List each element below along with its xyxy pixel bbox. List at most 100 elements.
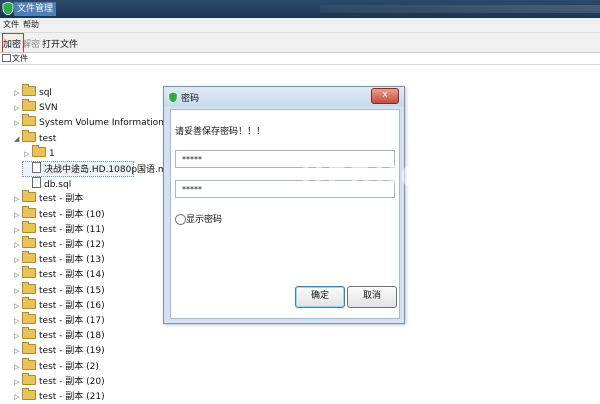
tree-folder-item[interactable]: ▷ System Volume Information <box>14 114 164 130</box>
tree-folder-item[interactable]: ▷ test - 副本 (18) <box>14 327 105 343</box>
tree-item-label: test - 副本 (14) <box>39 270 105 281</box>
expand-arrow-icon[interactable]: ▷ <box>14 329 22 343</box>
expand-arrow-icon[interactable]: ▷ <box>14 284 22 298</box>
tree-folder-item[interactable]: ▷ test - 副本 (17) <box>14 312 105 328</box>
tree-item-label: test - 副本 (18) <box>39 331 105 342</box>
expand-arrow-icon[interactable]: ▷ <box>24 147 32 161</box>
expand-arrow-icon[interactable]: ▷ <box>14 116 22 130</box>
tree-folder-item[interactable]: ▷ test - 副本 (10) <box>14 205 105 222</box>
tree-folder-item[interactable]: ▷ sql <box>14 84 52 100</box>
expand-arrow-icon[interactable]: ▷ <box>14 208 22 222</box>
decrypt-button[interactable]: 解密 <box>22 37 40 50</box>
expand-arrow-icon[interactable]: ▷ <box>14 314 22 328</box>
tree-folder-item[interactable]: ▷ SVN <box>14 99 58 115</box>
tree-folder-item[interactable]: ▷ test - 副本 (15) <box>14 281 105 298</box>
ok-button[interactable]: 确定 <box>295 286 345 308</box>
tree-item-label: sql <box>39 88 52 98</box>
tree-folder-item[interactable]: ▷ test - 副本 (20) <box>14 372 105 389</box>
tree-folder-item[interactable]: ▷ test - 副本 (16) <box>14 296 105 313</box>
folder-icon <box>22 129 36 142</box>
tree-item-label: System Volume Information <box>39 118 164 129</box>
tree-folder-item[interactable]: ▷ test - 副本 (13) <box>14 251 105 267</box>
expand-arrow-icon[interactable]: ▷ <box>14 86 22 100</box>
app-shield-icon <box>2 2 14 15</box>
tree-item-label: test - 副本 (2) <box>39 361 99 372</box>
folder-icon <box>22 205 36 218</box>
folder-icon <box>22 114 36 127</box>
tab-window-icon <box>2 54 11 62</box>
expand-arrow-icon[interactable]: ▷ <box>14 360 22 374</box>
tree-item-label: test - 副本 (15) <box>39 285 105 296</box>
tree-folder-item[interactable]: ▷ test - 副本 (2) <box>14 357 99 374</box>
tree-item-label: db.sql <box>44 180 72 191</box>
tree-item-label: 决战中途岛.HD.1080p国语.mkv <box>44 165 178 175</box>
expand-arrow-icon[interactable]: ▷ <box>14 238 22 252</box>
expand-arrow-icon[interactable]: ▷ <box>14 101 22 115</box>
password-dialog: 密码 x 请妥善保存密码！！！ ***** ***** 显示密码 确定 取消 <box>163 86 405 324</box>
expand-arrow-icon[interactable]: ▷ <box>14 390 22 404</box>
cancel-button[interactable]: 取消 <box>347 286 397 308</box>
tree-folder-item[interactable]: ▷ test - 副本 (11) <box>14 220 105 237</box>
tree-folder-item[interactable]: ▷ test - 副本 (19) <box>14 342 105 358</box>
toolbar: 加密 解密 打开文件 <box>0 32 600 53</box>
tab-label: 文件 <box>12 54 28 63</box>
tree-folder-item[interactable]: ▷ test - 副本 (21) <box>14 388 105 404</box>
watermark: UEBUG <box>300 160 427 195</box>
dialog-close-button[interactable]: x <box>371 88 399 104</box>
menu-bar: 文件 帮助 <box>0 18 600 32</box>
file-icon <box>32 177 41 189</box>
tree-folder-item[interactable]: ◢ test <box>14 129 57 146</box>
tree-item-label: test - 副本 (11) <box>39 224 105 235</box>
expand-arrow-icon[interactable]: ▷ <box>14 344 22 358</box>
dialog-body: 请妥善保存密码！！！ ***** ***** 显示密码 确定 取消 <box>170 109 400 319</box>
folder-icon <box>22 281 36 294</box>
folder-icon <box>22 342 36 355</box>
show-password-label[interactable]: 显示密码 <box>186 212 222 225</box>
expand-arrow-icon[interactable]: ▷ <box>14 192 22 206</box>
folder-icon <box>22 99 36 112</box>
folder-icon <box>22 357 36 370</box>
open-file-button[interactable]: 打开文件 <box>42 37 78 50</box>
folder-icon <box>32 144 46 157</box>
window-title-bar: 文件管理 <box>0 0 600 18</box>
tree-item-label: test - 副本 (21) <box>39 392 105 402</box>
tree-file-item[interactable]: 决战中途岛.HD.1080p国语.mkv <box>24 162 177 176</box>
window-title: 文件管理 <box>14 2 57 16</box>
expand-arrow-icon[interactable]: ▷ <box>14 268 22 282</box>
folder-icon <box>22 372 36 385</box>
tree-item-label: 1 <box>49 148 55 159</box>
tree-item-label: test <box>39 133 57 144</box>
menu-help[interactable]: 帮助 <box>23 19 39 30</box>
menu-file[interactable]: 文件 <box>3 19 19 30</box>
tree-item-label: test - 副本 (13) <box>39 255 105 266</box>
folder-icon <box>22 327 36 340</box>
file-icon <box>32 162 41 173</box>
folder-icon <box>22 251 36 264</box>
tree-folder-item[interactable]: ▷ test - 副本 (12) <box>14 236 105 252</box>
dialog-shield-icon <box>168 92 178 103</box>
dialog-prompt: 请妥善保存密码！！！ <box>175 127 266 137</box>
show-password-radio[interactable] <box>175 214 186 225</box>
tree-item-label: SVN <box>39 103 58 114</box>
folder-icon <box>22 190 36 203</box>
folder-icon <box>22 296 36 309</box>
folder-icon <box>22 84 36 96</box>
folder-icon <box>22 220 36 233</box>
expanded-arrow-icon[interactable]: ◢ <box>14 132 22 146</box>
expand-arrow-icon[interactable]: ▷ <box>14 223 22 237</box>
folder-icon <box>22 388 36 400</box>
tree-item-label: test - 副本 (16) <box>39 300 105 311</box>
tree-folder-item[interactable]: ▷ test - 副本 <box>14 190 84 206</box>
tree-folder-item[interactable]: ▷ test - 副本 (14) <box>14 266 105 282</box>
tree-item-label: test - 副本 (12) <box>39 240 105 250</box>
tree-item-label: test - 副本 (19) <box>39 346 105 357</box>
tree-item-label: test - 副本 (17) <box>39 316 105 326</box>
tree-folder-item[interactable]: ▷ 1 <box>24 144 55 161</box>
tree-item-label: test - 副本 <box>39 194 84 205</box>
expand-arrow-icon[interactable]: ▷ <box>14 299 22 313</box>
tree-file-item[interactable]: db.sql <box>24 177 71 191</box>
folder-icon <box>22 236 36 248</box>
expand-arrow-icon[interactable]: ▷ <box>14 375 22 389</box>
tree-item-label: test - 副本 (10) <box>39 209 105 220</box>
expand-arrow-icon[interactable]: ▷ <box>14 253 22 267</box>
